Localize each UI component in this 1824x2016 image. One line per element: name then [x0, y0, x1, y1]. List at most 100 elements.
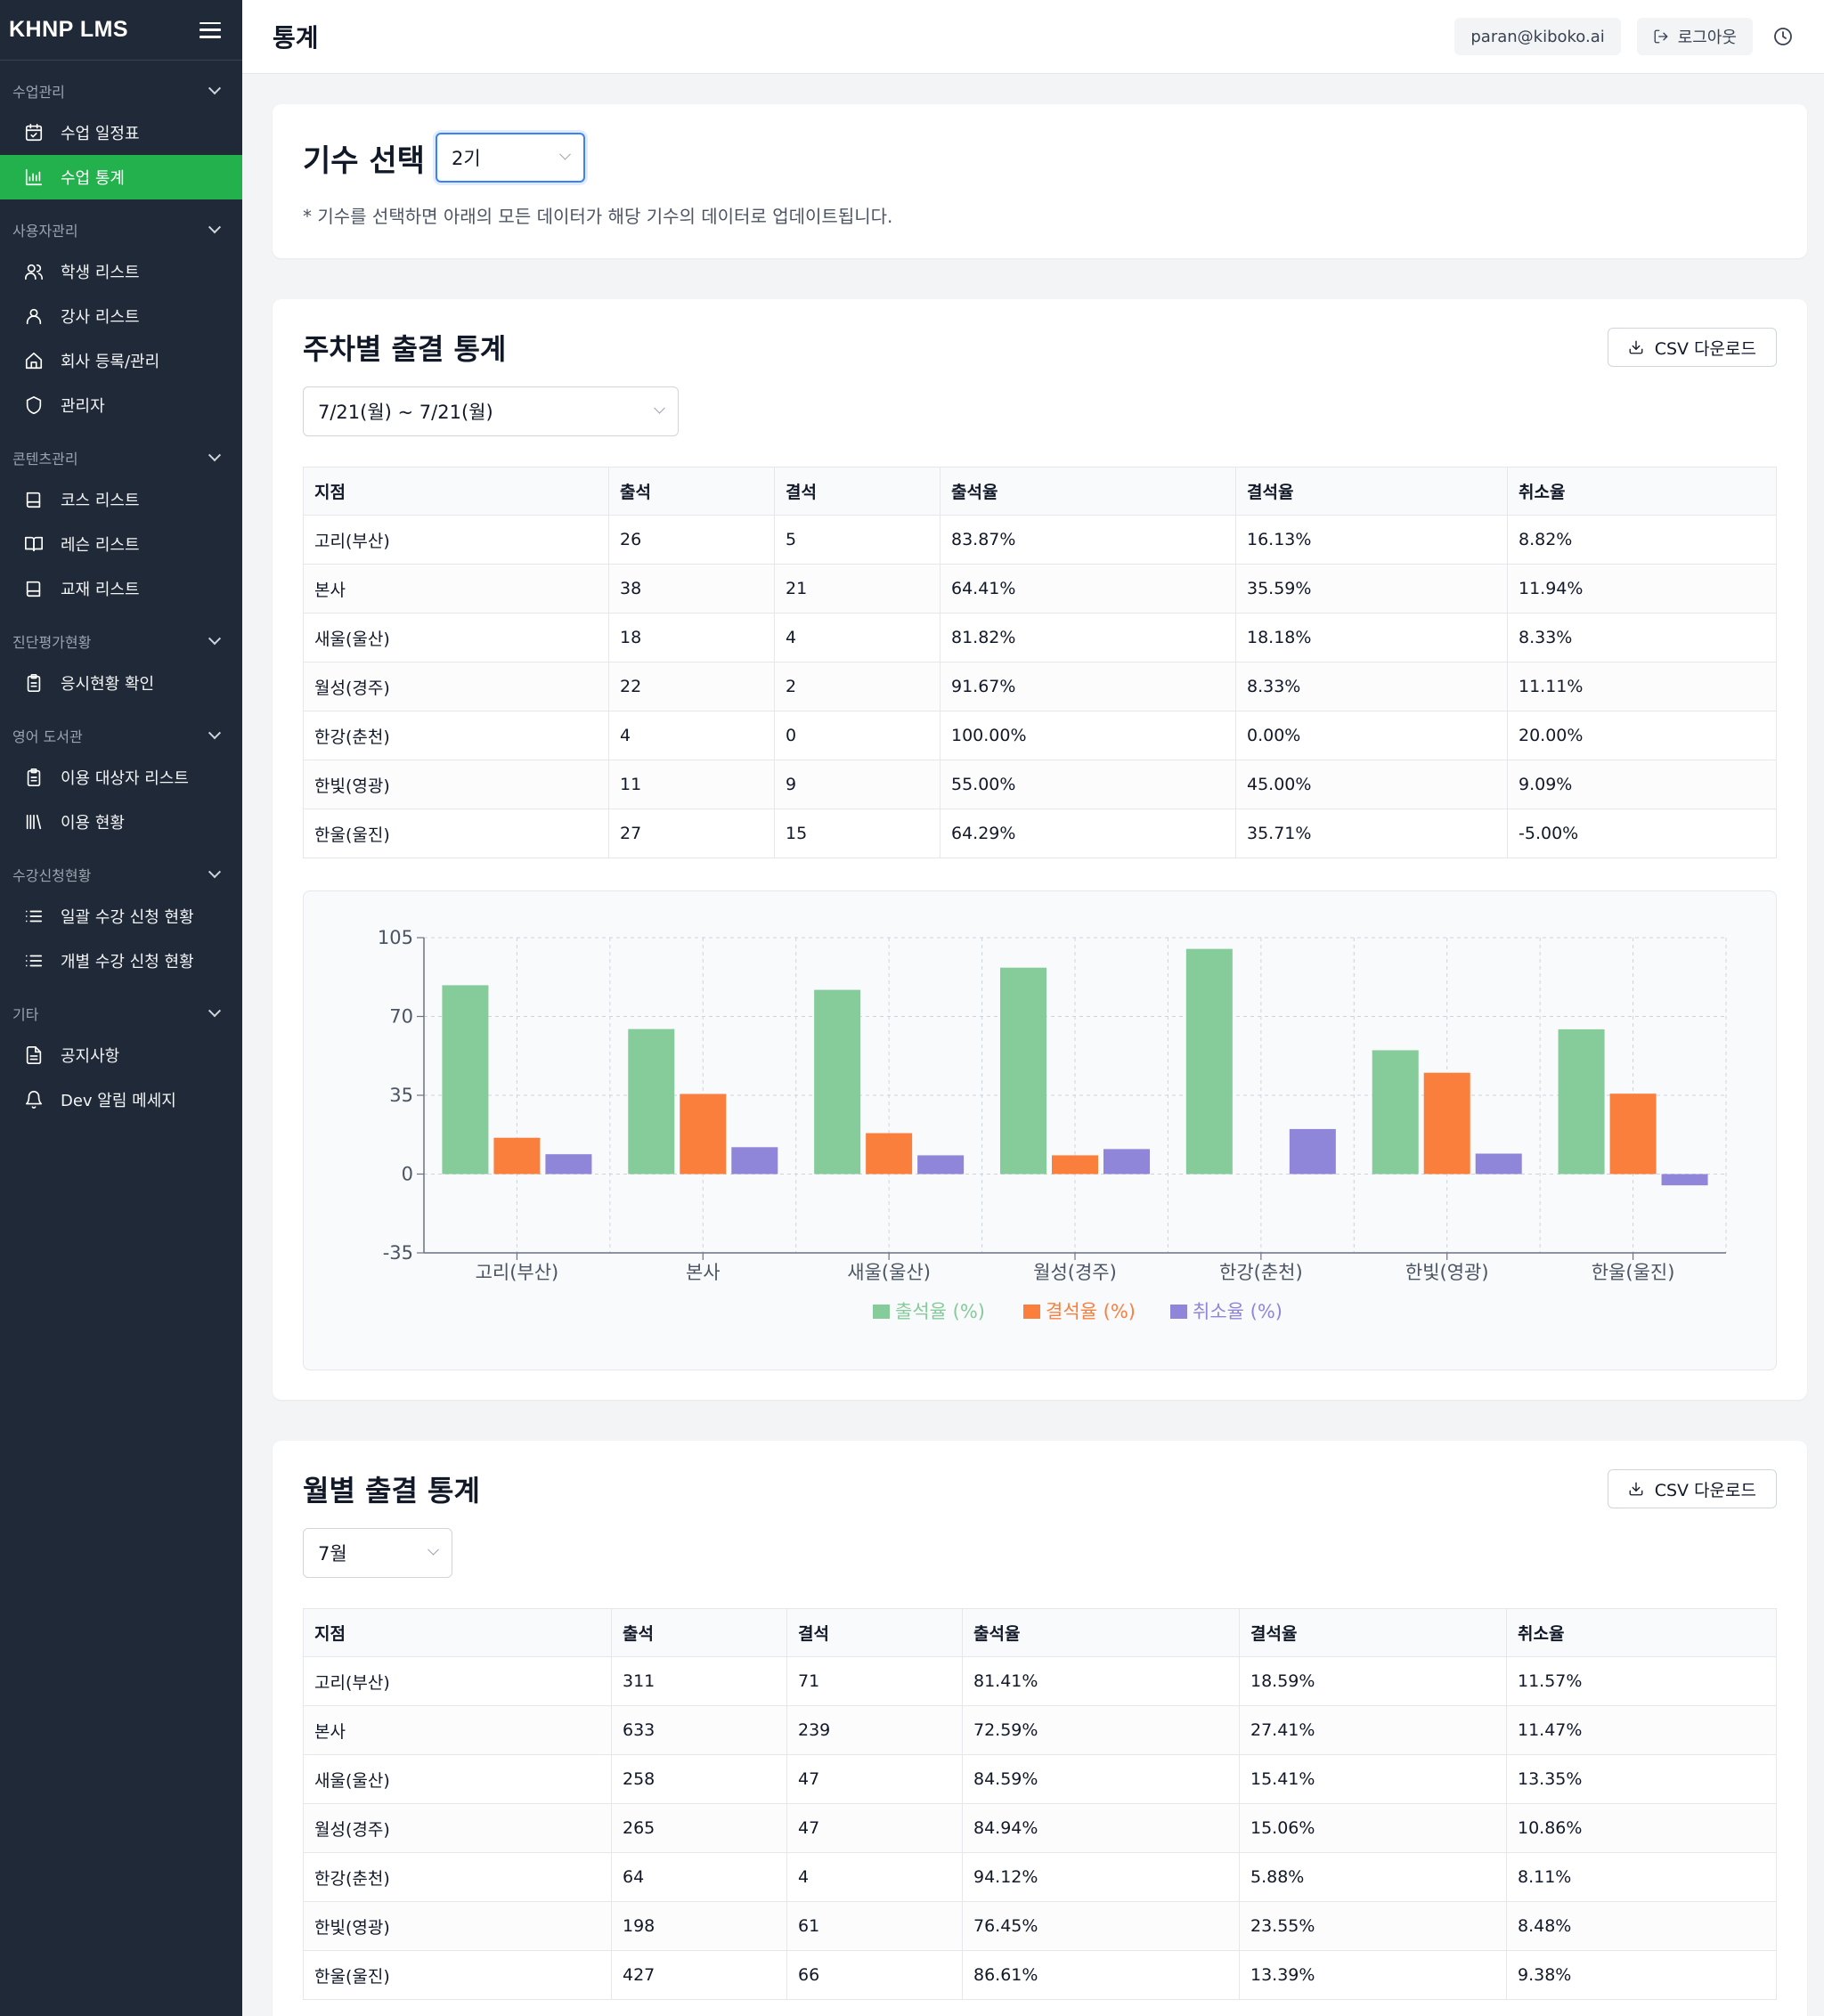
sidebar-item[interactable]: 회사 등록/관리 — [0, 338, 242, 383]
table-row: 한빛(영광) 11 9 55.00% 45.00% 9.09% — [303, 760, 1777, 809]
bar-1 — [814, 989, 861, 1175]
x-tick-label: 한울(울진) — [1592, 1262, 1675, 1283]
sidebar-item-label: 공지사항 — [61, 1047, 120, 1066]
column-header: 지점 — [303, 1608, 612, 1657]
nav-section-header[interactable]: 사용자관리 — [0, 210, 242, 249]
csv-label: CSV 다운로드 — [1654, 338, 1756, 359]
sidebar-item[interactable]: 관리자 — [0, 383, 242, 427]
nav-section-header[interactable]: 콘텐츠관리 — [0, 438, 242, 477]
sidebar-item[interactable]: 수업 일정표 — [0, 110, 242, 155]
table-cell: 11.47% — [1506, 1705, 1777, 1755]
list-icon — [23, 950, 45, 971]
nav-section-header[interactable]: 기타 — [0, 994, 242, 1033]
bar-2 — [1609, 1093, 1657, 1175]
table-cell: 11.11% — [1507, 662, 1777, 711]
legend-label: 취소율 (%) — [1193, 1301, 1282, 1322]
sidebar-item[interactable]: 코스 리스트 — [0, 477, 242, 522]
nav-section: 영어 도서관 이용 대상자 리스트이용 현황 — [0, 705, 242, 844]
week-select[interactable]: 7/21(월) ~ 7/21(월) — [303, 386, 679, 436]
table-cell: 71 — [786, 1656, 963, 1706]
sidebar-item[interactable]: 이용 대상자 리스트 — [0, 755, 242, 800]
table-cell: 8.33% — [1507, 613, 1777, 663]
sidebar-item[interactable]: 이용 현황 — [0, 800, 242, 844]
monthly-csv-download-button[interactable]: CSV 다운로드 — [1607, 1469, 1777, 1508]
sidebar-item[interactable]: 수업 통계 — [0, 155, 242, 199]
table-cell: 한빛(영광) — [303, 1901, 612, 1951]
table-cell: 새울(울산) — [303, 1754, 612, 1804]
brand-bar: KHNP LMS — [0, 0, 242, 61]
chevron-down-icon — [208, 221, 222, 234]
sidebar-item-label: 수업 통계 — [61, 169, 125, 188]
x-tick-label: 월성(경주) — [1033, 1262, 1117, 1283]
table-cell: 9.38% — [1506, 1950, 1777, 2000]
sidebar-item[interactable]: Dev 알림 메세지 — [0, 1077, 242, 1122]
table-cell: 고리(부산) — [303, 1656, 612, 1706]
weekly-title: 주차별 출결 통계 — [303, 332, 507, 366]
month-selected-value: 7월 — [318, 1543, 347, 1565]
cohort-hint: * 기수를 선택하면 아래의 모든 데이터가 해당 기수의 데이터로 업데이트됩… — [303, 206, 893, 227]
chevron-down-icon — [428, 1543, 439, 1556]
nav-section-title: 사용자관리 — [12, 223, 78, 240]
sidebar-item-label: 레슨 리스트 — [61, 536, 140, 555]
page-title: 통계 — [273, 23, 319, 53]
table-cell: 633 — [611, 1705, 787, 1755]
x-tick-label: 새울(울산) — [847, 1262, 931, 1283]
table-cell: 47 — [786, 1754, 963, 1804]
sidebar-item-label: 이용 현황 — [61, 814, 125, 833]
nav-section: 수강신청현황 일괄 수강 신청 현황 개별 수강 신청 현황 — [0, 844, 242, 983]
bar-3 — [1103, 1149, 1150, 1175]
table-cell: 4 — [786, 1852, 963, 1902]
table-cell: 4 — [608, 711, 775, 760]
calendar-check-icon — [23, 122, 45, 143]
nav-section-header[interactable]: 진단평가현황 — [0, 622, 242, 661]
table-cell: 13.39% — [1239, 1950, 1507, 2000]
table-cell: 5 — [774, 515, 940, 565]
table-cell: 26 — [608, 515, 775, 565]
sidebar-item[interactable]: 학생 리스트 — [0, 249, 242, 294]
menu-toggle-icon[interactable] — [200, 21, 221, 38]
table-cell: 265 — [611, 1803, 787, 1853]
sidebar-item[interactable]: 응시현황 확인 — [0, 661, 242, 705]
clock-icon[interactable] — [1772, 26, 1794, 47]
nav-section-header[interactable]: 수강신청현황 — [0, 855, 242, 894]
month-select[interactable]: 7월 — [303, 1528, 452, 1578]
sidebar-item[interactable]: 개별 수강 신청 현황 — [0, 939, 242, 983]
bar-1 — [628, 1028, 675, 1175]
logout-button[interactable]: 로그아웃 — [1636, 18, 1753, 55]
sidebar-item[interactable]: 강사 리스트 — [0, 294, 242, 338]
table-cell: 21 — [774, 564, 940, 614]
cohort-selected-value: 2기 — [451, 148, 481, 169]
nav-section-header[interactable]: 영어 도서관 — [0, 716, 242, 755]
nav-section-header[interactable]: 수업관리 — [0, 71, 242, 110]
sidebar-item[interactable]: 교재 리스트 — [0, 566, 242, 611]
chevron-down-icon — [208, 632, 222, 646]
chevron-down-icon — [208, 82, 222, 95]
sidebar-item[interactable]: 공지사항 — [0, 1033, 242, 1077]
y-tick-label: -35 — [383, 1242, 413, 1264]
sidebar-item[interactable]: 레슨 리스트 — [0, 522, 242, 566]
bar-2 — [1423, 1072, 1470, 1175]
weekly-csv-download-button[interactable]: CSV 다운로드 — [1607, 328, 1777, 367]
monthly-stats-card: 월별 출결 통계 CSV 다운로드 7월 지점 출석 결석 출석율 결석율 취소율 고리(… — [273, 1441, 1807, 2016]
sidebar-item[interactable]: 일괄 수강 신청 현황 — [0, 894, 242, 939]
file-text-icon — [23, 1045, 45, 1066]
table-cell: 월성(경주) — [303, 1803, 612, 1853]
table-cell: 한울(울진) — [303, 809, 609, 858]
table-cell: 8.11% — [1506, 1852, 1777, 1902]
table-cell: 311 — [611, 1656, 787, 1706]
x-tick-label: 고리(부산) — [476, 1262, 559, 1283]
table-cell: 64 — [611, 1852, 787, 1902]
table-cell: 27 — [608, 809, 775, 858]
table-cell: 20.00% — [1507, 711, 1777, 760]
table-cell: 본사 — [303, 1705, 612, 1755]
bar-2 — [493, 1137, 541, 1175]
table-cell: 91.67% — [940, 662, 1236, 711]
nav-section-title: 수업관리 — [12, 84, 65, 101]
table-cell: 18.59% — [1239, 1656, 1507, 1706]
nav-section: 콘텐츠관리 코스 리스트레슨 리스트교재 리스트 — [0, 427, 242, 611]
book-open-icon — [23, 533, 45, 555]
sidebar-nav: 수업관리수업 일정표수업 통계사용자관리학생 리스트 강사 리스트 회사 등록/관리… — [0, 61, 242, 1122]
bar-3 — [1661, 1174, 1708, 1186]
table-cell: 84.94% — [962, 1803, 1240, 1853]
cohort-select[interactable]: 2기 — [435, 133, 585, 183]
